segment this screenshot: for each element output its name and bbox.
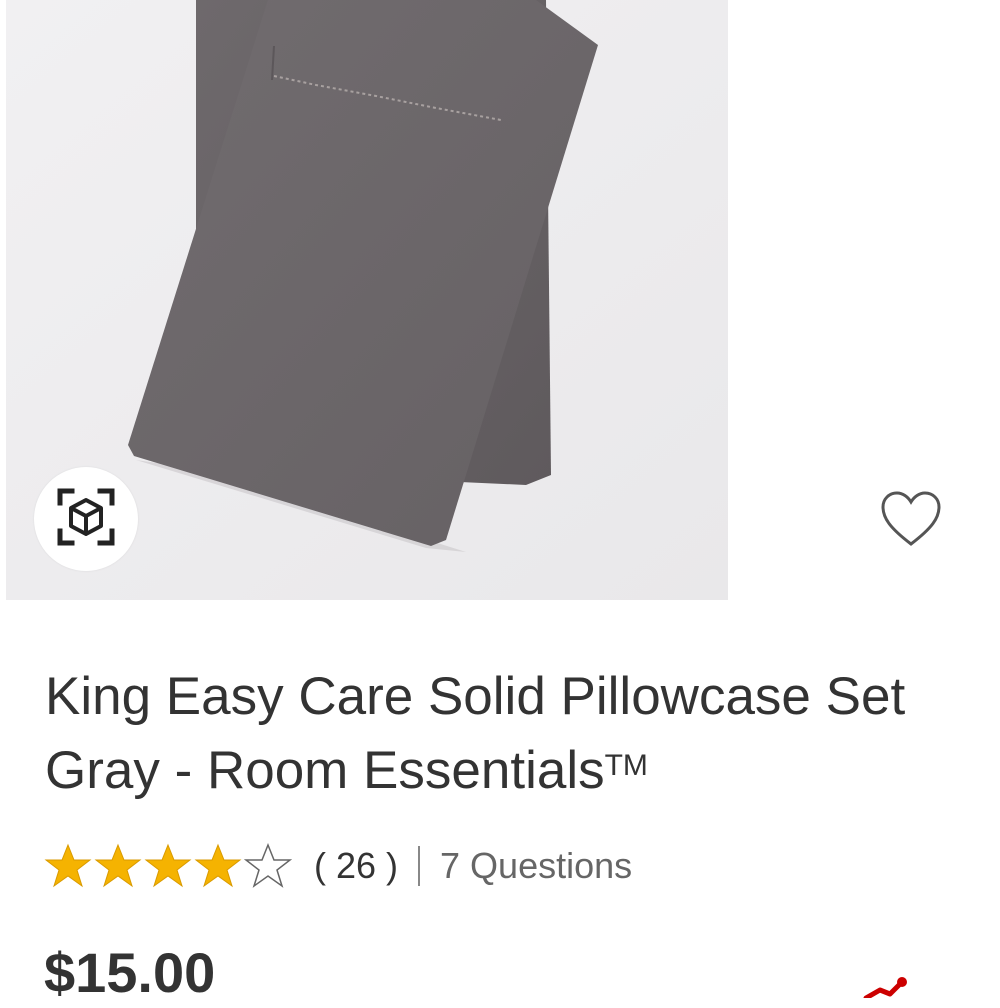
trademark-symbol: TM xyxy=(604,749,648,783)
favorite-button[interactable] xyxy=(878,490,944,552)
product-title: King Easy Care Solid Pillowcase Set Gray… xyxy=(45,660,965,808)
review-count-link[interactable]: ( 26 ) xyxy=(314,845,398,887)
ar-view-button[interactable] xyxy=(34,467,138,571)
star-rating[interactable] xyxy=(44,843,292,889)
questions-link[interactable]: 7 Questions xyxy=(440,845,632,887)
heart-outline-icon xyxy=(880,490,942,553)
star-filled-icon xyxy=(144,843,192,889)
product-title-text: King Easy Care Solid Pillowcase Set Gray… xyxy=(45,667,906,800)
star-filled-icon xyxy=(94,843,142,889)
star-empty-icon xyxy=(244,843,292,889)
red-graphic-icon xyxy=(862,972,910,1001)
star-filled-icon xyxy=(44,843,92,889)
star-filled-icon xyxy=(194,843,242,889)
divider xyxy=(418,846,421,886)
rating-row: ( 26 ) 7 Questions xyxy=(44,840,632,892)
ar-cube-icon xyxy=(56,487,116,552)
